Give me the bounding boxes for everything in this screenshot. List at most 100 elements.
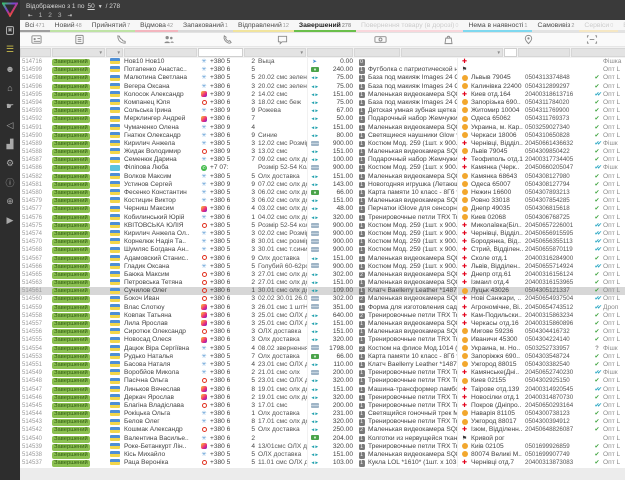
table-row[interactable]: 514561ЗавершенийСучилов Олег+380 6130.01… [20, 287, 625, 295]
table-row[interactable]: 514588ЗавершенийЖидак Володимир+380 9313… [20, 148, 625, 156]
table-row[interactable]: 514591ЗавершенийЧумаченко Олена✳+380 94◄… [20, 124, 625, 132]
table-row[interactable]: 514558ЗавершенийКовпак Татьяна+380 6325.… [20, 312, 625, 320]
table-row[interactable]: 514716ЗавершенийНов10 Нов10✳+380 52Выца➤… [20, 58, 625, 66]
table-row[interactable]: 514537ЗавершенийРаца Вероніка+380 5511.0… [20, 459, 625, 467]
tab-11[interactable]: Сервіси0 [579, 20, 618, 32]
first-page-icon[interactable]: ⇤ [28, 13, 33, 19]
table-row[interactable]: 514594ЗавершенийКомпанец Юля+380 6318.02… [20, 99, 625, 107]
table-row[interactable]: 514554ЗавершенийДацюк Віра Сергіївна✳+38… [20, 345, 625, 353]
table-row[interactable]: 514560ЗавершенийБокоч Иван+380 6302.02 3… [20, 295, 625, 303]
table-row[interactable]: 514563ЗавершенийПетровська Тетяна+380 62… [20, 279, 625, 287]
table-row[interactable]: 514548ЗавершенийПасічна Ольга+380 6523.0… [20, 377, 625, 385]
tab-8[interactable]: Повернення товару (в дорозі)0 [356, 20, 463, 32]
panel-icon[interactable]: ▣ [0, 21, 20, 40]
table-row[interactable]: 514556ЗавершенийСиротюк Олександр+380 63… [20, 328, 625, 336]
table-row[interactable]: 514574ЗавершенийКирилич Анжела Ол..✳+380… [20, 230, 625, 238]
filter-payment[interactable] [354, 48, 400, 57]
table-row[interactable]: 514596ЗавершенийВегера Оксана✳+380 6320.… [20, 83, 625, 91]
table-row[interactable]: 514577ЗавершенийЧерниш Максим+380 6403.0… [20, 205, 625, 213]
filter-phone-input[interactable] [198, 48, 243, 57]
table-row[interactable]: 514581ЗавершенийУстинов Сергей✳+380 9907… [20, 181, 625, 189]
table-row[interactable]: 514551ЗавершенийБасова Наталя✳+380 5423.… [20, 361, 625, 369]
table-row[interactable]: 514576ЗавершенийКобилинський Юрій✳+380 6… [20, 214, 625, 222]
page-3[interactable]: 3 [58, 12, 62, 19]
table-row[interactable]: 514543ЗавершенийБелов Олег✳+380 6817.01 … [20, 418, 625, 426]
table-row[interactable]: 514549ЗавершенийВоробйов Микола✳+380 622… [20, 369, 625, 377]
globe-icon[interactable]: ⊕ [0, 192, 20, 211]
table-row[interactable]: 514592ЗавершенийМерклингер Андрей+380 67… [20, 115, 625, 123]
table-row[interactable]: 514553ЗавершенийРудько Наталья✳+380 57Ол… [20, 353, 625, 361]
col-payment[interactable] [362, 33, 398, 47]
megaphone-icon[interactable]: ◁ [0, 116, 20, 135]
table-row[interactable]: 514567ЗавершенийАдамовский Станис..+380 … [20, 255, 625, 263]
col-status[interactable] [52, 33, 106, 47]
col-phone[interactable] [202, 33, 252, 47]
page-2[interactable]: 2 [48, 12, 52, 19]
table-row[interactable]: 514565ЗавершенийБаюка Максим+380 6327.01… [20, 271, 625, 279]
table-row[interactable]: 514546ЗавершенийДеркач Ярослав+380 6219.… [20, 394, 625, 402]
tab-7[interactable]: Завершений278 [294, 20, 356, 32]
filter-comment[interactable]: ▼ [244, 48, 306, 57]
col-comment[interactable] [252, 33, 312, 47]
col-id[interactable] [20, 33, 52, 47]
tab-6[interactable]: Відправлений12 [233, 20, 294, 32]
table-row[interactable]: 514575ЗавершенийКВІТОВСЬКА ЮЛІЯ+380 55Ро… [20, 222, 625, 230]
table-row[interactable]: 514586ЗавершенийФіліпова Люба✆+7 07:Розм… [20, 164, 625, 172]
table-row[interactable]: 514570ЗавершенийКорнелюк Надія Та..✳+380… [20, 238, 625, 246]
filter-city-input[interactable] [504, 48, 517, 57]
video-icon[interactable]: ▶ [0, 211, 20, 230]
table-row[interactable]: 514540ЗавершенийВалентина Василье..✳+380… [20, 435, 625, 443]
table-row[interactable]: 514582ЗавершенийВолков Максим✳+380 55Олх… [20, 173, 625, 181]
tab-4[interactable]: Відмова42 [135, 20, 178, 32]
col-ttn[interactable] [558, 33, 625, 47]
table-row[interactable]: 514587ЗавершенийСеменюк Дарина✳+380 5709… [20, 156, 625, 164]
tab-12[interactable]: В дорозі додому0 [618, 20, 625, 32]
table-row[interactable]: 514538ЗавершенийКісь Михайло✳+380 55ОЛХ … [20, 451, 625, 459]
chevron-down-icon[interactable]: ▼ [98, 4, 103, 10]
filter-gap[interactable] [307, 48, 353, 57]
tab-2[interactable]: Новий48 [50, 20, 87, 32]
table-row[interactable]: 514555ЗавершенийНовосад Олеся+380 63Олх … [20, 336, 625, 344]
table-row[interactable]: 514557ЗавершенийЛила Ярослав+380 6325.01… [20, 320, 625, 328]
tab-10[interactable]: Самовивіз2 [532, 20, 579, 32]
filter-ttn[interactable] [571, 48, 625, 57]
stats-icon[interactable]: ▟ [0, 135, 20, 154]
col-products[interactable] [398, 33, 498, 47]
tab-1[interactable]: Всі471 [20, 20, 50, 32]
table-row[interactable]: 514559ЗавершенийВлас Слотюу+380 6326.01 … [20, 304, 625, 312]
table-row[interactable]: 514595ЗавершенийКолосок Александр+380 92… [20, 91, 625, 99]
tab-5[interactable]: Запакований1 [178, 20, 233, 32]
table-row[interactable]: 514568ЗавершенийШумляс Богдана Ан..✳+380… [20, 246, 625, 254]
table-row[interactable]: 514544ЗавершенийРокіцька Ольга✳+380 61Ол… [20, 410, 625, 418]
table-row[interactable]: 514593ЗавершенийСольська Ірина✳+380 99Ро… [20, 107, 625, 115]
filter-id[interactable] [20, 48, 51, 57]
col-delivery[interactable] [498, 33, 558, 47]
table-row[interactable]: 514566ЗавершенийГладик Оксана✳+380 55Гол… [20, 263, 625, 271]
table-row[interactable]: 514539ЗавершенийРоке-Бетанкурт Лін..+380… [20, 443, 625, 451]
tab-9[interactable]: Нема в наявності1 [463, 20, 532, 32]
filter-status[interactable]: ▼ [52, 48, 105, 57]
last-page-icon[interactable]: ⇥ [67, 13, 72, 19]
store-icon[interactable]: ⌂ [0, 78, 20, 97]
table-row[interactable]: 514580ЗавершенийФесенко Константин✳+380 … [20, 189, 625, 197]
table-row[interactable]: 514590ЗавершенийГнатюк Олександр✳+380 69… [20, 132, 625, 140]
tab-3[interactable]: Прийнятий7 [87, 20, 135, 32]
logo-icon[interactable] [2, 2, 18, 17]
table-row[interactable]: 514545ЗавершенийБлагіна Владіслава+380 6… [20, 402, 625, 410]
table-row[interactable]: 514542ЗавершенийКошмак Александр+380 65О… [20, 426, 625, 434]
info-icon[interactable]: ⓘ [0, 173, 20, 192]
table-row[interactable]: 514598ЗавершенийМалютина Светлана✳+380 5… [20, 74, 625, 82]
filter-product[interactable]: ▼ [401, 48, 503, 57]
col-client[interactable] [136, 33, 202, 47]
per-page-dropdown[interactable]: 50 [87, 3, 94, 10]
table-row[interactable]: 514547ЗавершенийЛиньков Вячеслав+380 681… [20, 386, 625, 394]
users-icon[interactable]: ☻ [0, 59, 20, 78]
table-row[interactable]: 514579ЗавершенийКостицин Виктор✳+380 630… [20, 197, 625, 205]
filter-flag[interactable]: ▼ [106, 48, 123, 57]
hand-icon[interactable]: ☛ [0, 97, 20, 116]
table-row[interactable]: 514599ЗавершенийПотапенко Анастас..✳+380… [20, 66, 625, 74]
settings-icon[interactable]: ⚙ [0, 154, 20, 173]
filter-city[interactable] [518, 48, 570, 57]
filter-name[interactable] [124, 48, 197, 57]
table-row[interactable]: 514589ЗавершенийКирилич Анжела✳+380 5312… [20, 140, 625, 148]
